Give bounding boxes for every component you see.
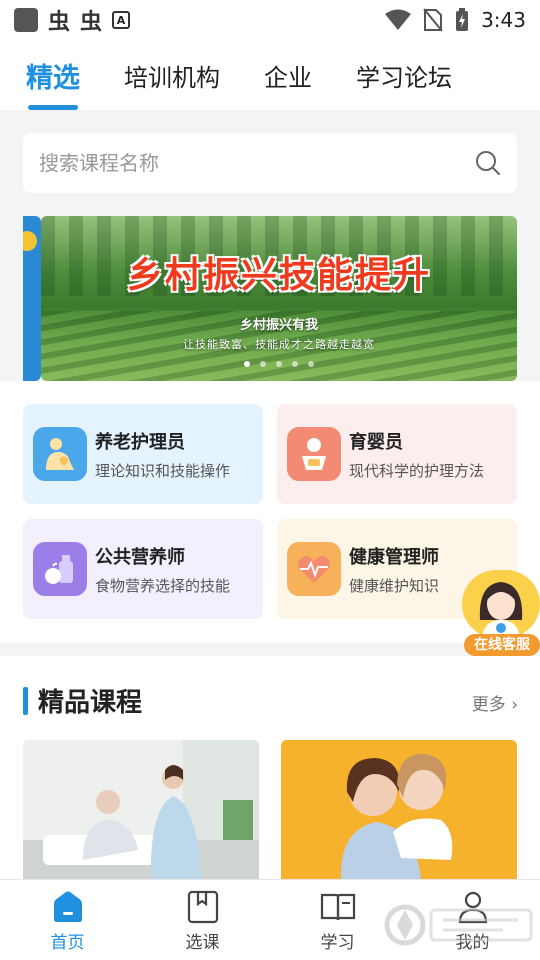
category-nursery[interactable]: 育婴员 现代科学的护理方法	[277, 404, 517, 504]
chevron-right-icon: ›	[511, 695, 518, 715]
more-link[interactable]: 更多 ›	[472, 690, 518, 715]
baby-icon	[287, 427, 341, 481]
battery-charging-icon	[456, 8, 469, 31]
status-bar: 虫 虫 A 3:43	[0, 0, 540, 40]
nav-home[interactable]: 首页	[0, 880, 135, 960]
section-accent-bar	[23, 686, 28, 715]
pagination-dot[interactable]	[244, 361, 250, 367]
pagination-dot[interactable]	[308, 361, 314, 367]
watermark-logo	[384, 904, 533, 946]
category-description: 食物营养选择的技能	[95, 576, 231, 595]
text-notification-icon: A	[112, 11, 131, 29]
clock: 3:43	[481, 8, 526, 32]
wifi-icon	[385, 9, 412, 30]
promo-banner[interactable]: 乡村振兴技能提升 乡村振兴有我 让技能致富、技能成才之路越走越宽	[41, 216, 517, 381]
category-title: 育婴员	[349, 431, 403, 453]
bug-notification-icon: 虫	[80, 10, 103, 35]
tab-training-institutions[interactable]: 培训机构	[124, 40, 220, 110]
heart-pulse-icon	[287, 542, 341, 596]
category-title: 养老护理员	[95, 431, 185, 453]
category-description: 理论知识和技能操作	[95, 461, 231, 480]
nav-select-course[interactable]: 选课	[135, 880, 270, 960]
course-thumbnail-mother-child	[281, 740, 517, 880]
nav-label: 学习	[320, 933, 355, 953]
home-icon	[53, 891, 82, 922]
search-bar[interactable]	[23, 133, 517, 193]
pagination-dot[interactable]	[292, 361, 298, 367]
featured-courses-section: 精品课程 更多 ›	[0, 656, 540, 880]
tab-learning-forum[interactable]: 学习论坛	[356, 40, 452, 110]
tab-enterprise[interactable]: 企业	[264, 40, 312, 110]
tab-featured[interactable]: 精选	[26, 40, 80, 110]
app-notification-icon	[14, 8, 38, 32]
pagination-dot[interactable]	[276, 361, 282, 367]
course-card-elderly-care[interactable]	[23, 740, 259, 880]
search-input[interactable]	[39, 151, 475, 175]
nav-label: 选课	[185, 933, 220, 953]
bug-notification-icon: 虫	[48, 10, 71, 35]
online-customer-service-button[interactable]: 在线客服	[462, 570, 540, 656]
course-card-nursery[interactable]	[281, 740, 517, 880]
banner-subtitle: 乡村振兴有我	[239, 318, 318, 333]
category-title: 健康管理师	[349, 546, 439, 568]
banner-tagline: 让技能致富、技能成才之路越走越宽	[183, 338, 375, 351]
section-title: 精品课程	[38, 688, 143, 718]
banner-title: 乡村振兴技能提升	[126, 255, 431, 296]
banner-pagination	[41, 361, 517, 367]
category-grid: 养老护理员 理论知识和技能操作 育婴员 现代科学的护理方法 公共营养师 食物营养…	[0, 381, 540, 643]
course-thumbnail-nurse-patient	[23, 740, 259, 880]
pagination-dot[interactable]	[260, 361, 266, 367]
customer-service-avatar	[462, 570, 540, 638]
elderly-care-icon	[33, 427, 87, 481]
category-elderly-care[interactable]: 养老护理员 理论知识和技能操作	[23, 404, 263, 504]
book-bookmark-icon	[187, 890, 218, 924]
nav-label: 首页	[50, 933, 85, 953]
no-sim-icon	[423, 8, 443, 32]
category-nutritionist[interactable]: 公共营养师 食物营养选择的技能	[23, 519, 263, 619]
previous-banner-peek[interactable]	[23, 216, 41, 381]
nutrition-icon	[33, 542, 87, 596]
more-label: 更多	[471, 695, 506, 715]
customer-service-label: 在线客服	[464, 634, 540, 656]
search-icon[interactable]	[475, 150, 501, 176]
category-description: 现代科学的护理方法	[349, 461, 485, 480]
category-title: 公共营养师	[95, 546, 185, 568]
top-tab-bar: 精选 培训机构 企业 学习论坛	[0, 40, 540, 110]
open-book-icon	[320, 893, 355, 921]
category-description: 健康维护知识	[349, 576, 440, 595]
